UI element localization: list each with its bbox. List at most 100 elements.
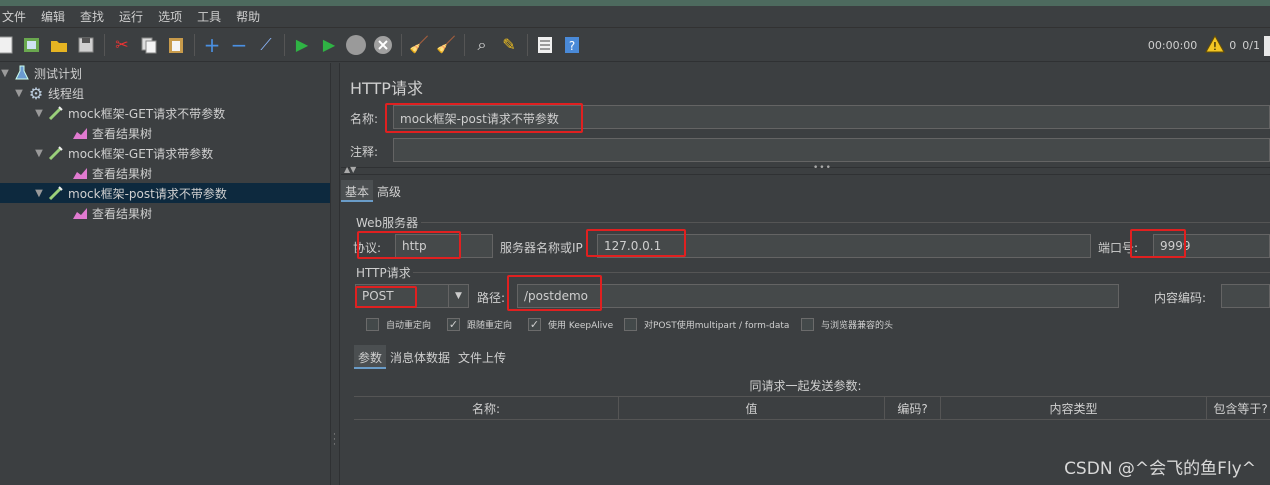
elapsed-timer: 00:00:00: [1147, 39, 1198, 52]
menu-search[interactable]: 查找: [72, 8, 115, 25]
tree-node-http-get-params[interactable]: ▼ mock框架-GET请求带参数: [32, 143, 213, 163]
shutdown-icon[interactable]: [372, 34, 394, 56]
toolbar-separator: [104, 34, 105, 56]
menu-edit[interactable]: 编辑: [33, 8, 76, 25]
copy-icon[interactable]: [138, 34, 160, 56]
checkbox-label: 使用 KeepAlive: [548, 321, 614, 331]
collapse-icon[interactable]: −: [228, 34, 250, 56]
warning-count: 0: [1229, 39, 1237, 52]
comment-field[interactable]: [393, 138, 1270, 162]
column-header-content-type[interactable]: 内容类型: [941, 397, 1207, 419]
toolbar-separator: [194, 34, 195, 56]
checkbox-label: 跟随重定向: [467, 321, 513, 331]
warning-icon[interactable]: !: [1205, 34, 1226, 56]
comment-label: 注释:: [350, 145, 379, 159]
checkbox-label: 与浏览器兼容的头: [821, 321, 894, 331]
menu-tools[interactable]: 工具: [189, 8, 232, 25]
column-header-include-equals[interactable]: 包含等于?: [1207, 397, 1270, 419]
tree-label: 查看结果树: [92, 166, 153, 181]
tree-node-thread-group[interactable]: ▼ ⚙ 线程组: [12, 83, 84, 103]
toolbar: ✂ + − ⟋ ▶ ▶ 🧹 🧹 ⌕ ✎ ? 00:00:00 ! 0 0/1: [0, 29, 1270, 62]
toolbar-separator: [401, 34, 402, 56]
tree-node-http-get-no-params[interactable]: ▼ mock框架-GET请求不带参数: [32, 103, 225, 123]
tree-label: mock框架-GET请求带参数: [68, 146, 214, 161]
tab-body-data[interactable]: 消息体数据: [386, 345, 454, 369]
checkbox-follow-redirects[interactable]: ✓ 跟随重定向: [447, 318, 512, 331]
collapse-arrows-icon[interactable]: ▲▼: [344, 165, 356, 174]
open-icon[interactable]: [48, 34, 70, 56]
tree-node-view-results-1[interactable]: 查看结果树: [70, 123, 152, 143]
tree-node-view-results-2[interactable]: 查看结果树: [70, 163, 152, 183]
tab-files-upload[interactable]: 文件上传: [454, 345, 510, 369]
chevron-down-icon[interactable]: ▼: [12, 88, 26, 99]
tab-parameters[interactable]: 参数: [354, 345, 387, 369]
checkbox-auto-redirect[interactable]: 自动重定向: [366, 318, 431, 331]
table-caption: 同请求一起发送参数:: [749, 379, 862, 393]
chart-icon: [72, 125, 88, 141]
highlight-path: [507, 275, 602, 311]
tree-node-http-post-no-params[interactable]: ▼ mock框架-post请求不带参数: [0, 183, 330, 203]
menu-run[interactable]: 运行: [111, 8, 154, 25]
tree-label: mock框架-GET请求不带参数: [68, 106, 226, 121]
splitter-grip-icon[interactable]: · · ·: [333, 431, 336, 450]
start-no-pause-icon[interactable]: ▶: [318, 34, 340, 56]
checkbox-box[interactable]: [801, 318, 814, 331]
column-header-encode[interactable]: 编码?: [885, 397, 941, 419]
status-indicator: [1264, 35, 1270, 56]
reset-search-icon[interactable]: ✎: [498, 34, 520, 56]
tree-label: 线程组: [48, 86, 85, 101]
checkbox-browser-headers[interactable]: 与浏览器兼容的头: [801, 318, 893, 331]
svg-text:!: !: [1213, 40, 1217, 53]
server-label: 服务器名称或IP: [500, 241, 583, 255]
chevron-down-icon[interactable]: ▼: [0, 68, 12, 79]
search-icon[interactable]: ⌕: [471, 34, 493, 56]
chevron-down-icon[interactable]: ▼: [449, 284, 469, 308]
encoding-field[interactable]: [1221, 284, 1270, 308]
highlight-name: [385, 103, 583, 133]
checkbox-multipart[interactable]: 对POST使用multipart / form-data: [624, 318, 789, 331]
pipette-icon: [48, 145, 64, 161]
menu-options[interactable]: 选项: [150, 8, 193, 25]
function-helper-icon[interactable]: [534, 34, 556, 56]
start-icon[interactable]: ▶: [291, 34, 313, 56]
tree-node-test-plan[interactable]: ▼ 测试计划: [0, 63, 82, 83]
checkbox-box[interactable]: [624, 318, 637, 331]
pipette-icon: [48, 185, 64, 201]
chevron-down-icon[interactable]: ▼: [32, 108, 46, 119]
group-divider: [421, 222, 1270, 223]
expand-icon[interactable]: +: [201, 34, 223, 56]
parameters-table-header: 名称: 值 编码? 内容类型 包含等于?: [354, 396, 1270, 420]
check-icon[interactable]: ✓: [528, 318, 541, 331]
tab-basic[interactable]: 基本: [341, 180, 374, 202]
http-request-group-label: HTTP请求: [356, 266, 411, 280]
stop-icon[interactable]: [345, 34, 367, 56]
clear-all-icon[interactable]: 🧹: [435, 34, 457, 56]
check-icon[interactable]: ✓: [447, 318, 460, 331]
menu-help[interactable]: 帮助: [228, 8, 271, 25]
chevron-down-icon[interactable]: ▼: [32, 148, 46, 159]
new-icon[interactable]: [0, 34, 16, 56]
checkbox-label: 对POST使用multipart / form-data: [644, 321, 790, 331]
templates-icon[interactable]: [21, 34, 43, 56]
splitter-horizontal[interactable]: ▲▼ •••: [341, 163, 1270, 175]
paste-icon[interactable]: [165, 34, 187, 56]
help-icon[interactable]: ?: [561, 34, 583, 56]
tab-advanced[interactable]: 高级: [373, 180, 405, 202]
column-header-name[interactable]: 名称:: [354, 397, 619, 419]
tree-node-view-results-3[interactable]: 查看结果树: [70, 203, 152, 223]
cut-icon[interactable]: ✂: [111, 34, 133, 56]
grip-icon[interactable]: •••: [813, 163, 832, 173]
toggle-icon[interactable]: ⟋: [255, 34, 277, 56]
save-icon[interactable]: [75, 34, 97, 56]
checkbox-box[interactable]: [366, 318, 379, 331]
checkbox-keepalive[interactable]: ✓ 使用 KeepAlive: [528, 318, 613, 331]
pane-splitter[interactable]: · · ·: [330, 63, 340, 485]
tree-label: 查看结果树: [92, 206, 153, 221]
menu-file[interactable]: 文件: [0, 8, 37, 25]
group-divider: [413, 272, 1270, 273]
chevron-down-icon[interactable]: ▼: [32, 188, 46, 199]
column-header-value[interactable]: 值: [619, 397, 885, 419]
path-field[interactable]: /postdemo: [517, 284, 1119, 308]
clear-icon[interactable]: 🧹: [408, 34, 430, 56]
pipette-icon: [48, 105, 64, 121]
